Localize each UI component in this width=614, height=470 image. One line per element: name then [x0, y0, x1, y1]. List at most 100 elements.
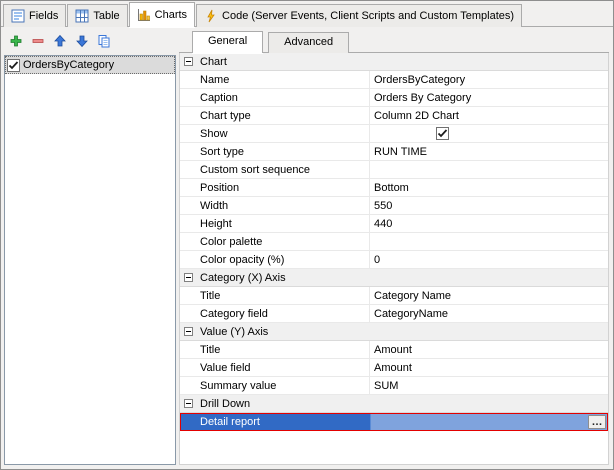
- property-name: Width: [180, 197, 370, 214]
- property-name: Chart type: [180, 107, 370, 124]
- property-row[interactable]: Color opacity (%)0: [180, 251, 608, 269]
- chart-editor-window: Fields Table Charts Code (Server Events, Cl…: [0, 0, 614, 470]
- collapse-minus-icon[interactable]: [184, 57, 193, 66]
- property-value[interactable]: CategoryName: [370, 305, 608, 322]
- property-value[interactable]: Category Name: [370, 287, 608, 304]
- property-row[interactable]: Height440: [180, 215, 608, 233]
- chart-list-item-label: OrdersByCategory: [20, 58, 117, 72]
- delete-button[interactable]: [28, 32, 47, 51]
- charts-icon: [137, 8, 151, 22]
- property-value[interactable]: Orders By Category: [370, 89, 608, 106]
- ellipsis-button[interactable]: …: [588, 415, 606, 429]
- property-name: Title: [180, 341, 370, 358]
- property-value[interactable]: …: [371, 414, 607, 430]
- property-row[interactable]: Width550: [180, 197, 608, 215]
- property-row[interactable]: CaptionOrders By Category: [180, 89, 608, 107]
- property-row[interactable]: PositionBottom: [180, 179, 608, 197]
- property-value[interactable]: Amount: [370, 359, 608, 376]
- property-name: Name: [180, 71, 370, 88]
- property-value[interactable]: SUM: [370, 377, 608, 394]
- properties-panel: GeneralAdvanced Chart NameOrdersByCategor…: [178, 27, 613, 469]
- tab-general[interactable]: General: [192, 31, 263, 53]
- property-category-row[interactable]: Value (Y) Axis: [180, 323, 608, 341]
- category-label: Category (X) Axis: [200, 272, 286, 284]
- property-name: Show: [180, 125, 370, 142]
- collapse-minus-icon[interactable]: [184, 399, 193, 408]
- plus-icon: [9, 34, 23, 48]
- property-row[interactable]: Value fieldAmount: [180, 359, 608, 377]
- tab-label: Table: [93, 10, 119, 22]
- property-value[interactable]: 0: [370, 251, 608, 268]
- tab-charts[interactable]: Charts: [129, 2, 195, 27]
- move-up-button[interactable]: [50, 32, 69, 51]
- chart-list[interactable]: OrdersByCategory: [4, 55, 176, 465]
- tab-label: Fields: [29, 10, 58, 22]
- code-icon: [204, 9, 218, 23]
- minus-icon: [31, 34, 45, 48]
- chart-visible-checkbox[interactable]: [7, 59, 20, 72]
- chart-list-item[interactable]: OrdersByCategory: [5, 56, 175, 74]
- add-button[interactable]: [6, 32, 25, 51]
- property-row[interactable]: TitleAmount: [180, 341, 608, 359]
- table-icon: [75, 9, 89, 23]
- property-name: Title: [180, 287, 370, 304]
- property-name: Value field: [180, 359, 370, 376]
- category-label: Drill Down: [200, 398, 250, 410]
- arrow-up-icon: [53, 34, 67, 48]
- property-row[interactable]: Summary valueSUM: [180, 377, 608, 395]
- property-row[interactable]: Color palette: [180, 233, 608, 251]
- property-category-row[interactable]: Drill Down: [180, 395, 608, 413]
- move-down-button[interactable]: [72, 32, 91, 51]
- property-row[interactable]: TitleCategory Name: [180, 287, 608, 305]
- tab-label: Charts: [155, 9, 187, 21]
- property-grid: Chart NameOrdersByCategoryCaptionOrders B…: [179, 53, 609, 465]
- tab-label: Code (Server Events, Client Scripts and …: [222, 10, 514, 22]
- property-row[interactable]: Category fieldCategoryName: [180, 305, 608, 323]
- property-value[interactable]: RUN TIME: [370, 143, 608, 160]
- property-category-row[interactable]: Chart: [180, 53, 608, 71]
- property-name: Detail report: [181, 414, 371, 430]
- property-value[interactable]: [370, 233, 608, 250]
- collapse-minus-icon[interactable]: [184, 273, 193, 282]
- property-row[interactable]: Detail report …: [180, 413, 608, 431]
- property-row[interactable]: NameOrdersByCategory: [180, 71, 608, 89]
- fields-icon: [11, 9, 25, 23]
- property-name: Height: [180, 215, 370, 232]
- property-row[interactable]: Chart typeColumn 2D Chart: [180, 107, 608, 125]
- collapse-minus-icon[interactable]: [184, 327, 193, 336]
- tab-code[interactable]: Code (Server Events, Client Scripts and …: [196, 4, 522, 27]
- property-value[interactable]: [370, 125, 608, 142]
- tab-advanced[interactable]: Advanced: [268, 32, 349, 53]
- property-value[interactable]: Column 2D Chart: [370, 107, 608, 124]
- property-name: Category field: [180, 305, 370, 322]
- chart-list-panel: OrdersByCategory: [1, 27, 178, 469]
- property-value[interactable]: Bottom: [370, 179, 608, 196]
- copy-button[interactable]: [94, 32, 113, 51]
- property-name: Sort type: [180, 143, 370, 160]
- property-row[interactable]: Custom sort sequence: [180, 161, 608, 179]
- property-category-row[interactable]: Category (X) Axis: [180, 269, 608, 287]
- properties-tab-bar: GeneralAdvanced: [179, 31, 609, 53]
- property-value[interactable]: Amount: [370, 341, 608, 358]
- category-label: Chart: [200, 56, 227, 68]
- property-name: Position: [180, 179, 370, 196]
- show-checkbox[interactable]: [436, 127, 449, 140]
- property-row[interactable]: Show: [180, 125, 608, 143]
- main-tab-bar: Fields Table Charts Code (Server Events, Cl…: [1, 1, 613, 27]
- editor-body: OrdersByCategory GeneralAdvanced Chart Na…: [1, 27, 613, 469]
- category-label: Value (Y) Axis: [200, 326, 268, 338]
- property-name: Color opacity (%): [180, 251, 370, 268]
- property-name: Caption: [180, 89, 370, 106]
- copy-icon: [97, 34, 111, 48]
- tab-fields[interactable]: Fields: [3, 4, 66, 27]
- property-name: Custom sort sequence: [180, 161, 370, 178]
- tab-table[interactable]: Table: [67, 4, 127, 27]
- property-value[interactable]: 440: [370, 215, 608, 232]
- property-row[interactable]: Sort typeRUN TIME: [180, 143, 608, 161]
- arrow-down-icon: [75, 34, 89, 48]
- property-value[interactable]: OrdersByCategory: [370, 71, 608, 88]
- property-value[interactable]: 550: [370, 197, 608, 214]
- chart-list-toolbar: [4, 29, 176, 53]
- property-value[interactable]: [370, 161, 608, 178]
- property-name: Color palette: [180, 233, 370, 250]
